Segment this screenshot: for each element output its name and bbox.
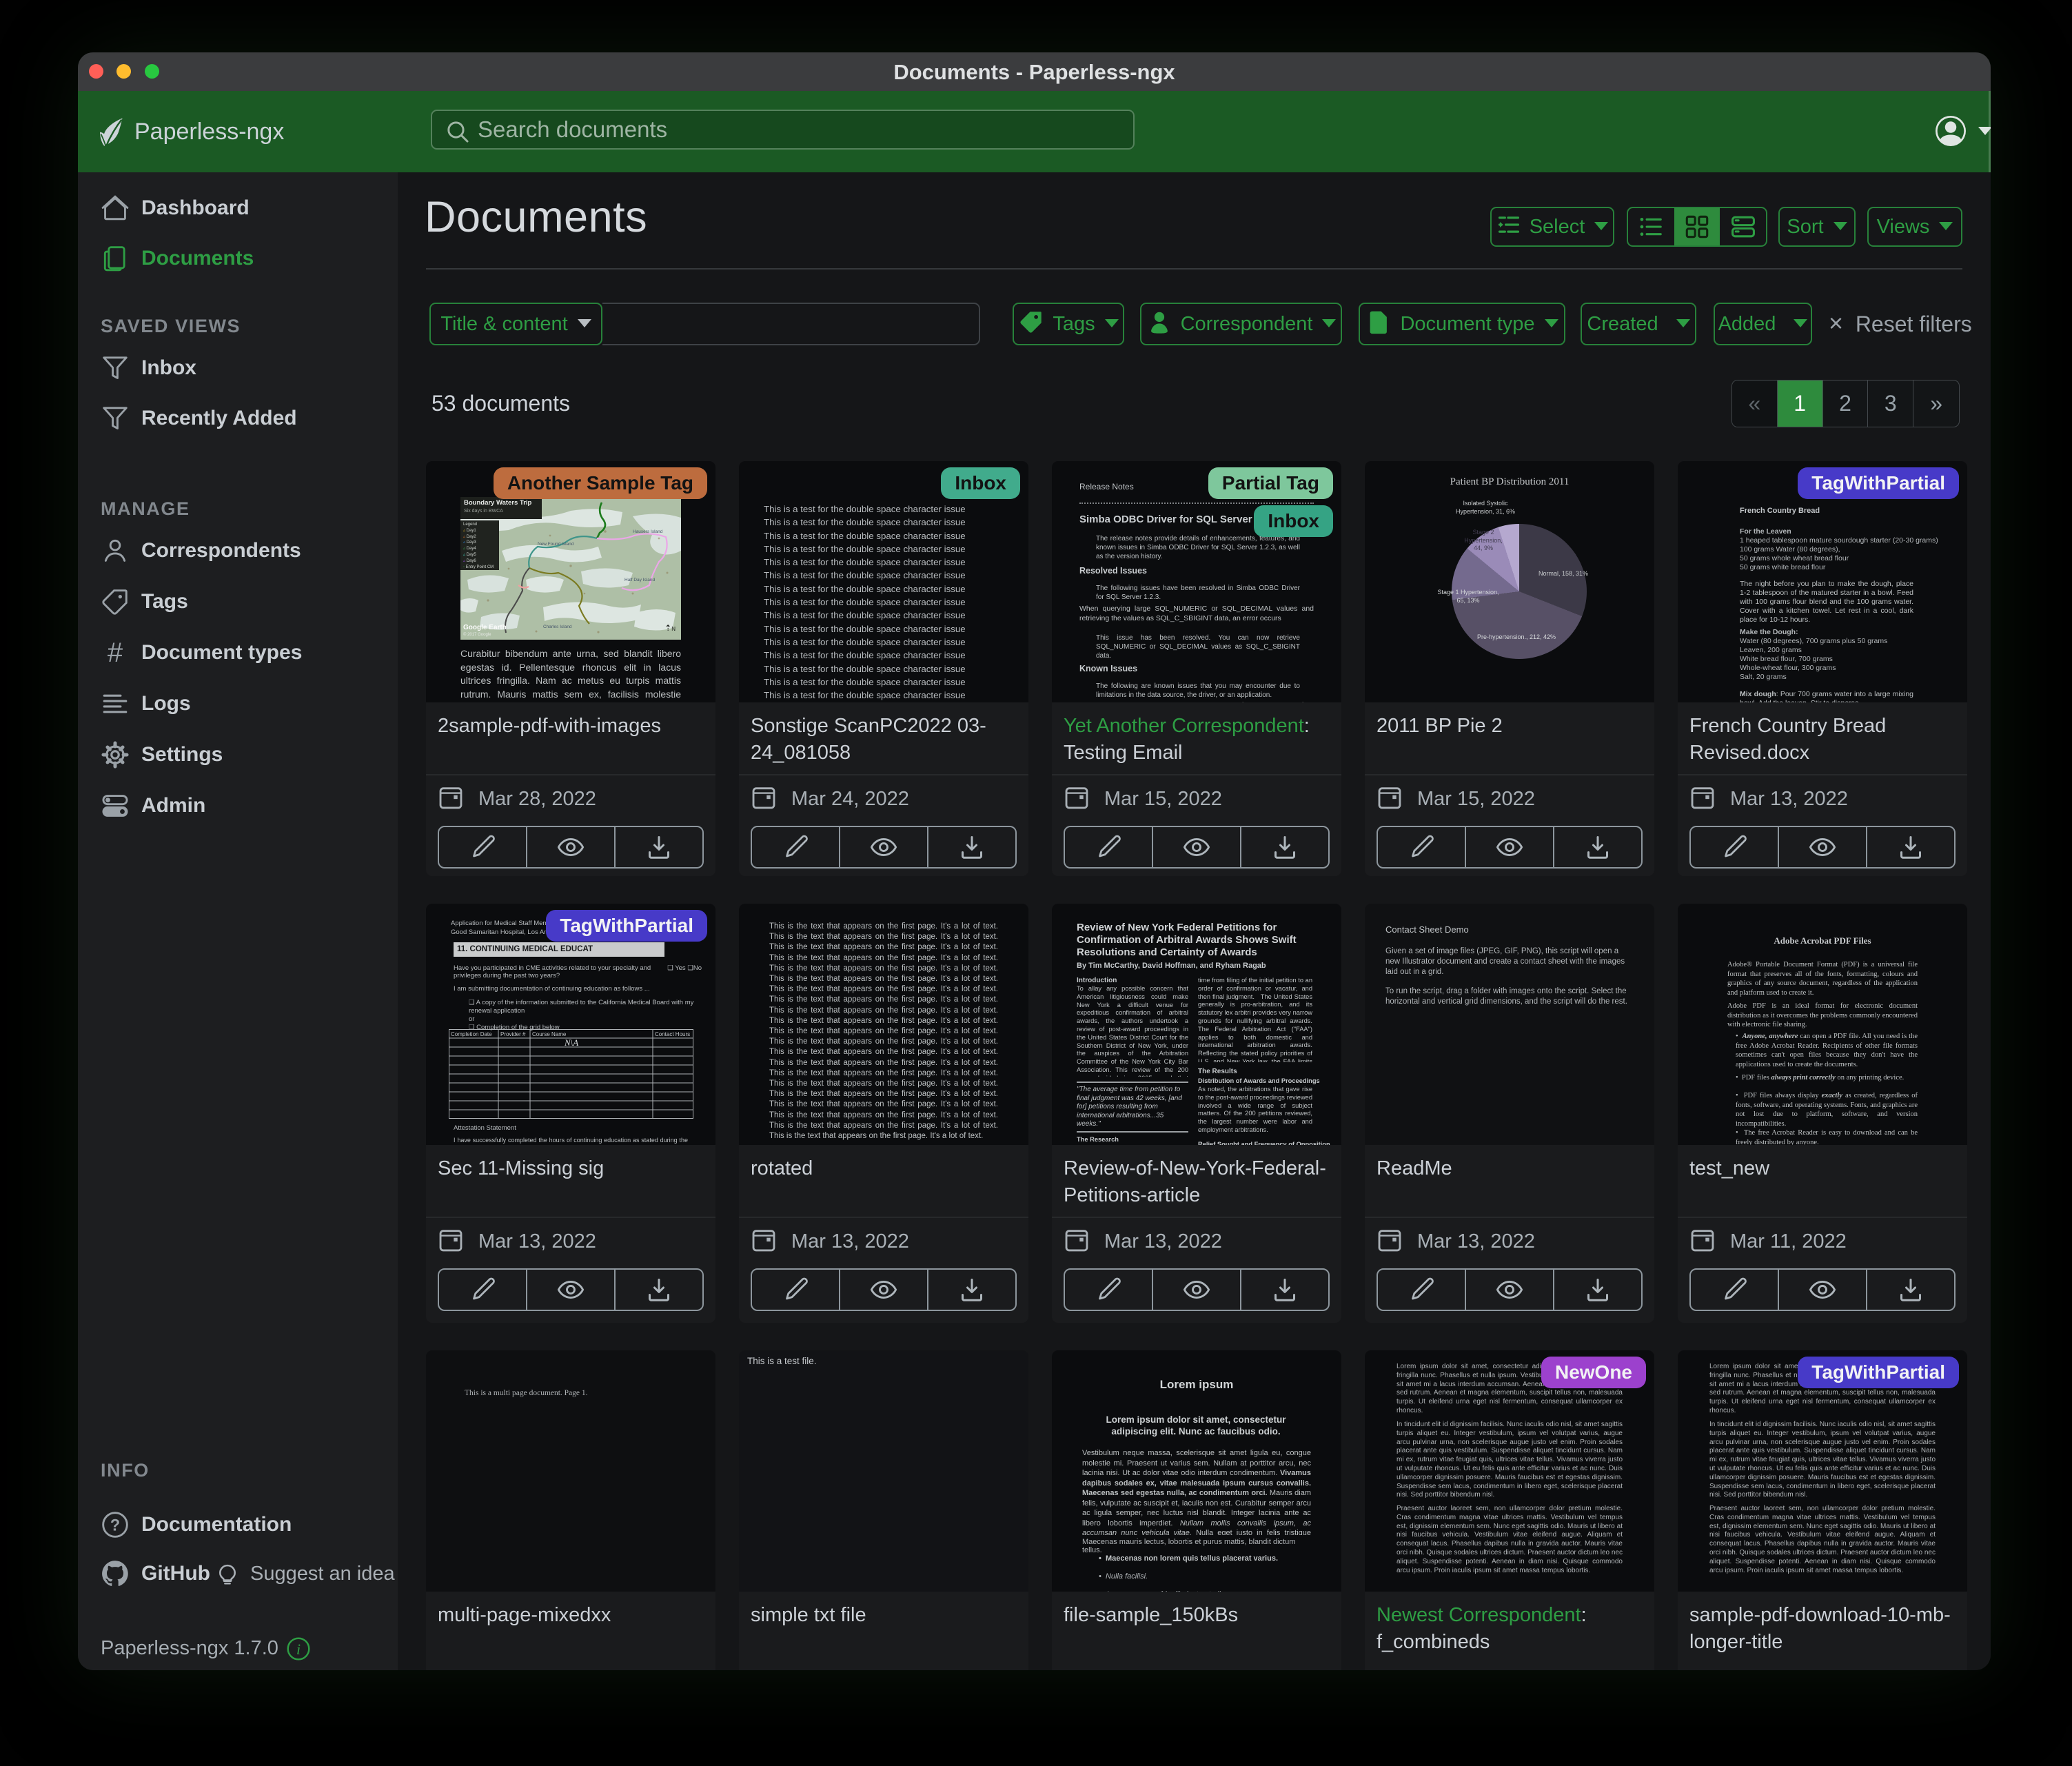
svg-text:Provider #: Provider #	[500, 1031, 526, 1037]
svg-text:Half Day Island: Half Day Island	[624, 578, 655, 582]
svg-text:Course Name: Course Name	[532, 1031, 567, 1037]
svg-text:Hausers Island: Hausers Island	[633, 529, 663, 534]
svg-text:New Found Island: New Found Island	[538, 542, 574, 547]
svg-text:Completion Date: Completion Date	[451, 1031, 492, 1037]
svg-text:?: ?	[110, 1516, 120, 1534]
svg-text:i: i	[296, 1641, 301, 1658]
svg-text:Contact Hours: Contact Hours	[655, 1031, 690, 1037]
svg-text:Charles Island: Charles Island	[543, 625, 572, 629]
svg-text:N\A: N\A	[564, 1037, 578, 1048]
